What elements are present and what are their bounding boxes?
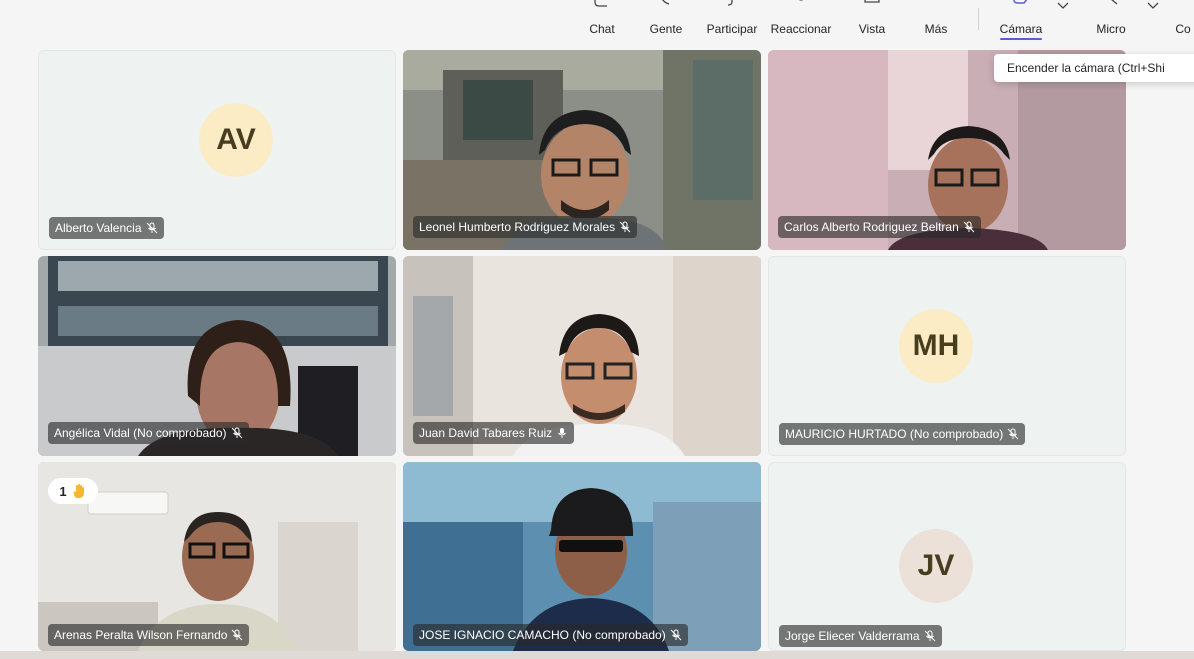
hand-count: 1 — [59, 483, 67, 499]
participant-name: Carlos Alberto Rodriguez Beltran — [784, 220, 959, 234]
camera-button[interactable]: Cámara — [994, 0, 1048, 44]
participant-tile-angelica[interactable]: Angélica Vidal (No comprobado) — [38, 256, 396, 456]
name-tag: Carlos Alberto Rodriguez Beltran — [778, 216, 981, 238]
camera-icon — [1013, 0, 1028, 4]
participate-button[interactable]: Participar — [701, 0, 763, 44]
participant-name: Juan David Tabares Ruiz — [419, 426, 553, 440]
people-button[interactable]: Gente — [643, 0, 689, 44]
mic-muted-icon — [146, 222, 157, 234]
mic-muted-icon — [670, 629, 682, 641]
mic-options-chevron-icon[interactable] — [1146, 0, 1160, 14]
name-tag: Leonel Humberto Rodriguez Morales — [413, 216, 638, 238]
participant-tile-juan-david[interactable]: Juan David Tabares Ruiz — [403, 256, 761, 456]
mic-muted-icon — [1007, 428, 1019, 440]
name-tag: MAURICIO HURTADO (No comprobado) — [779, 423, 1026, 445]
video-grid: AV Alberto Valencia Leonel Humberto Rodr… — [0, 0, 1194, 659]
participant-tile-mauricio[interactable]: MH MAURICIO HURTADO (No comprobado) — [768, 256, 1126, 456]
camera-tooltip: Encender la cámara (Ctrl+Shi — [994, 54, 1194, 82]
participant-name: Arenas Peralta Wilson Fernando — [54, 628, 228, 642]
mic-muted-icon — [619, 221, 631, 233]
participant-tile-leonel[interactable]: Leonel Humberto Rodriguez Morales — [403, 50, 761, 250]
mic-muted-icon — [232, 629, 243, 641]
raised-hand-icon — [73, 484, 84, 498]
react-button[interactable]: Reaccionar — [768, 0, 834, 44]
participant-tile-jose-ignacio[interactable]: JOSE IGNACIO CAMACHO (No comprobado) — [403, 462, 761, 651]
people-icon — [662, 0, 670, 5]
react-icon — [798, 0, 804, 1]
mic-icon — [1111, 0, 1118, 5]
name-tag: Juan David Tabares Ruiz — [413, 422, 575, 444]
window-bottom-edge — [0, 651, 1194, 659]
participant-name: JOSE IGNACIO CAMACHO (No comprobado) — [419, 628, 666, 642]
camera-options-chevron-icon[interactable] — [1056, 0, 1070, 14]
meeting-toolbar: Chat Gente Participar Reaccionar Vista M… — [0, 0, 1194, 46]
name-tag: Angélica Vidal (No comprobado) — [48, 422, 249, 444]
participant-name: Angélica Vidal (No comprobado) — [54, 426, 227, 440]
participant-name: Jorge Eliecer Valderrama — [785, 629, 920, 643]
chat-icon — [594, 0, 607, 7]
raised-hand-badge: 1 — [48, 478, 98, 504]
name-tag: Jorge Eliecer Valderrama — [779, 625, 942, 647]
toolbar-divider — [978, 8, 979, 30]
participant-tile-jorge[interactable]: JV Jorge Eliecer Valderrama — [768, 462, 1126, 651]
more-button[interactable]: Más — [918, 0, 954, 44]
participant-name: MAURICIO HURTADO (No comprobado) — [785, 427, 1004, 441]
chat-button[interactable]: Chat — [583, 0, 621, 44]
view-icon — [864, 0, 880, 3]
mic-muted-icon — [924, 630, 935, 642]
video-feed — [403, 462, 761, 651]
name-tag: JOSE IGNACIO CAMACHO (No comprobado) — [413, 624, 688, 646]
name-tag: Arenas Peralta Wilson Fernando — [48, 624, 250, 646]
participant-tile-alberto-valencia[interactable]: AV Alberto Valencia — [38, 50, 396, 250]
share-button[interactable]: Co — [1172, 0, 1194, 44]
mic-button[interactable]: Micro — [1090, 0, 1132, 44]
mic-muted-icon — [963, 221, 975, 233]
participant-tile-arenas[interactable]: 1 Arenas Peralta Wilson Fernando — [38, 462, 396, 651]
name-tag: Alberto Valencia — [49, 217, 164, 239]
avatar-av: AV — [199, 103, 273, 177]
mic-muted-icon — [231, 427, 242, 439]
avatar-mh: MH — [899, 309, 973, 383]
view-button[interactable]: Vista — [852, 0, 892, 44]
participate-icon — [727, 0, 733, 6]
mic-on-icon — [558, 428, 567, 438]
avatar-jv: JV — [899, 529, 973, 603]
participant-name: Leonel Humberto Rodriguez Morales — [419, 220, 616, 234]
participant-name: Alberto Valencia — [55, 221, 142, 235]
